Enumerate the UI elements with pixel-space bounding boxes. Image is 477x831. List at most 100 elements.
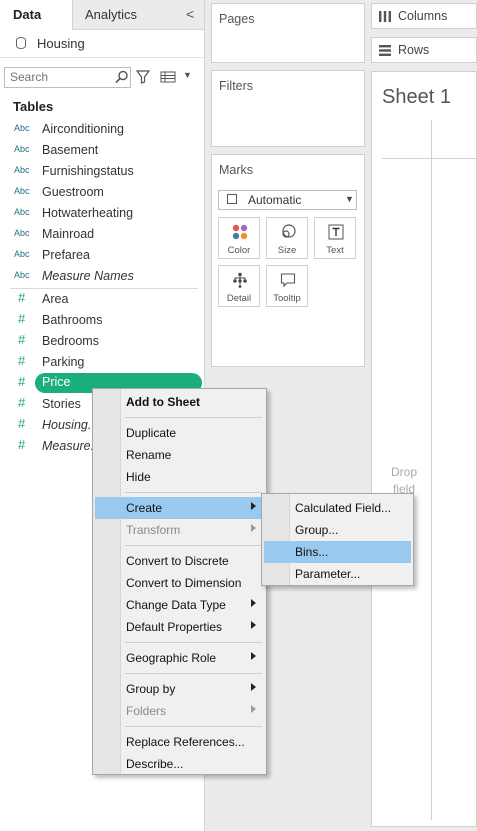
string-type-icon: Abc — [14, 207, 30, 217]
color-label: Color — [227, 245, 251, 256]
menu-item-label: Parameter... — [295, 567, 361, 581]
menu-item[interactable]: Change Data Type — [95, 594, 264, 616]
menu-item[interactable]: Create — [95, 497, 264, 519]
collapse-pane-button[interactable]: < — [186, 6, 194, 22]
string-type-icon: Abc — [14, 228, 30, 238]
menu-item-label: Bins... — [295, 545, 329, 559]
detail-button[interactable]: Detail — [218, 265, 260, 307]
measure-type-icon: # — [18, 437, 26, 452]
string-type-icon: Abc — [14, 144, 30, 154]
color-icon — [232, 224, 248, 240]
menu-item-label: Convert to Dimension — [126, 576, 242, 590]
marks-card: Marks — [211, 154, 365, 367]
measure-type-icon: # — [18, 311, 26, 326]
worksheet-view[interactable]: Sheet 1 Drop field — [371, 71, 477, 827]
color-button[interactable]: Color — [218, 217, 260, 259]
pages-shelf[interactable]: Pages — [211, 3, 365, 63]
menu-item[interactable]: Describe... — [95, 753, 264, 775]
menu-item[interactable]: Default Properties — [95, 616, 264, 638]
menu-separator — [125, 545, 262, 546]
menu-item-label: Calculated Field... — [295, 501, 392, 515]
field-item[interactable]: Abc Hotwaterheating — [0, 203, 204, 224]
search-icon[interactable] — [115, 70, 129, 84]
text-icon — [328, 224, 344, 240]
columns-shelf[interactable]: Columns — [371, 3, 477, 29]
size-label: Size — [277, 245, 297, 256]
database-icon — [16, 37, 26, 49]
filters-shelf[interactable]: Filters — [211, 70, 365, 147]
menu-item[interactable]: Rename — [95, 444, 264, 466]
datasource-name: Housing — [37, 36, 85, 51]
field-label: Basement — [42, 143, 99, 157]
field-label: Housing... — [42, 418, 99, 432]
field-label: Prefarea — [42, 248, 90, 262]
field-label: Area — [42, 292, 69, 306]
menu-item[interactable]: Calculated Field... — [264, 497, 411, 519]
tables-heading: Tables — [13, 99, 54, 114]
field-item[interactable]: # Parking — [0, 352, 204, 373]
submenu-arrow-icon — [251, 621, 256, 629]
menu-separator — [125, 726, 262, 727]
menu-item: Transform — [95, 519, 264, 541]
columns-label: Columns — [398, 9, 448, 23]
string-type-icon: Abc — [14, 270, 30, 280]
field-item[interactable]: Abc Furnishingstatus — [0, 161, 204, 182]
rows-icon — [379, 45, 391, 56]
size-button[interactable]: Size — [266, 217, 308, 259]
menu-item[interactable]: Bins... — [264, 541, 411, 563]
field-label: Price — [42, 375, 71, 389]
field-item[interactable]: Abc Measure Names — [0, 266, 204, 287]
pane-divider — [431, 120, 432, 820]
menu-item[interactable]: Replace References... — [95, 731, 264, 753]
size-icon — [282, 224, 296, 238]
field-item[interactable]: # Bedrooms — [0, 331, 204, 352]
datasource-row[interactable]: Housing — [0, 31, 204, 58]
menu-item[interactable]: Convert to Discrete — [95, 550, 264, 572]
menu-item-label: Hide — [126, 470, 151, 484]
menu-item[interactable]: Group by — [95, 678, 264, 700]
tooltip-label: Tooltip — [273, 293, 301, 304]
menu-item[interactable]: Duplicate — [95, 422, 264, 444]
chevron-down-icon: ▼ — [345, 194, 354, 204]
menu-item-label: Group by — [126, 682, 176, 696]
field-label: Measure Names — [42, 269, 134, 283]
field-item[interactable]: Abc Guestroom — [0, 182, 204, 203]
measure-type-icon: # — [18, 290, 26, 305]
chevron-down-icon[interactable]: ▼ — [183, 70, 192, 80]
filters-title: Filters — [219, 79, 254, 93]
menu-item-label: Folders — [126, 704, 167, 718]
field-search-box[interactable] — [4, 67, 131, 88]
field-item[interactable]: Abc Prefarea — [0, 245, 204, 266]
sheet-title[interactable]: Sheet 1 — [382, 86, 451, 109]
field-label: Bedrooms — [42, 334, 99, 348]
detail-icon — [233, 272, 247, 288]
measure-type-icon: # — [18, 353, 26, 368]
field-item[interactable]: Abc Mainroad — [0, 224, 204, 245]
menu-item[interactable]: Parameter... — [264, 563, 411, 585]
tab-data[interactable]: Data — [0, 0, 72, 30]
rows-shelf[interactable]: Rows — [371, 37, 477, 63]
field-context-menu: Add to Sheet Duplicate Rename Hide Create Tra… — [92, 388, 267, 775]
menu-item[interactable]: Group... — [264, 519, 411, 541]
field-item[interactable]: Abc Basement — [0, 140, 204, 161]
menu-item-label: Create — [126, 501, 163, 515]
menu-item[interactable]: Hide — [95, 466, 264, 488]
measure-type-icon: # — [18, 395, 26, 410]
menu-item[interactable]: Convert to Dimension — [95, 572, 264, 594]
rows-label: Rows — [398, 43, 430, 57]
tab-analytics[interactable]: Analytics — [72, 0, 204, 30]
mark-type-select[interactable]: Automatic ▼ — [218, 190, 357, 210]
menu-item[interactable]: Add to Sheet — [95, 391, 264, 413]
list-view-icon[interactable] — [160, 70, 176, 84]
text-button[interactable]: Text — [314, 217, 356, 259]
field-item[interactable]: # Bathrooms — [0, 310, 204, 331]
tooltip-button[interactable]: Tooltip — [266, 265, 308, 307]
search-input[interactable] — [5, 68, 110, 86]
field-item[interactable]: Abc Airconditioning — [0, 119, 204, 140]
filter-icon[interactable] — [136, 70, 150, 84]
menu-item[interactable]: Geographic Role — [95, 647, 264, 669]
field-item[interactable]: # Area — [0, 289, 204, 310]
submenu-arrow-icon — [251, 652, 256, 660]
header-divider — [382, 158, 477, 159]
menu-item-label: Rename — [126, 448, 172, 462]
